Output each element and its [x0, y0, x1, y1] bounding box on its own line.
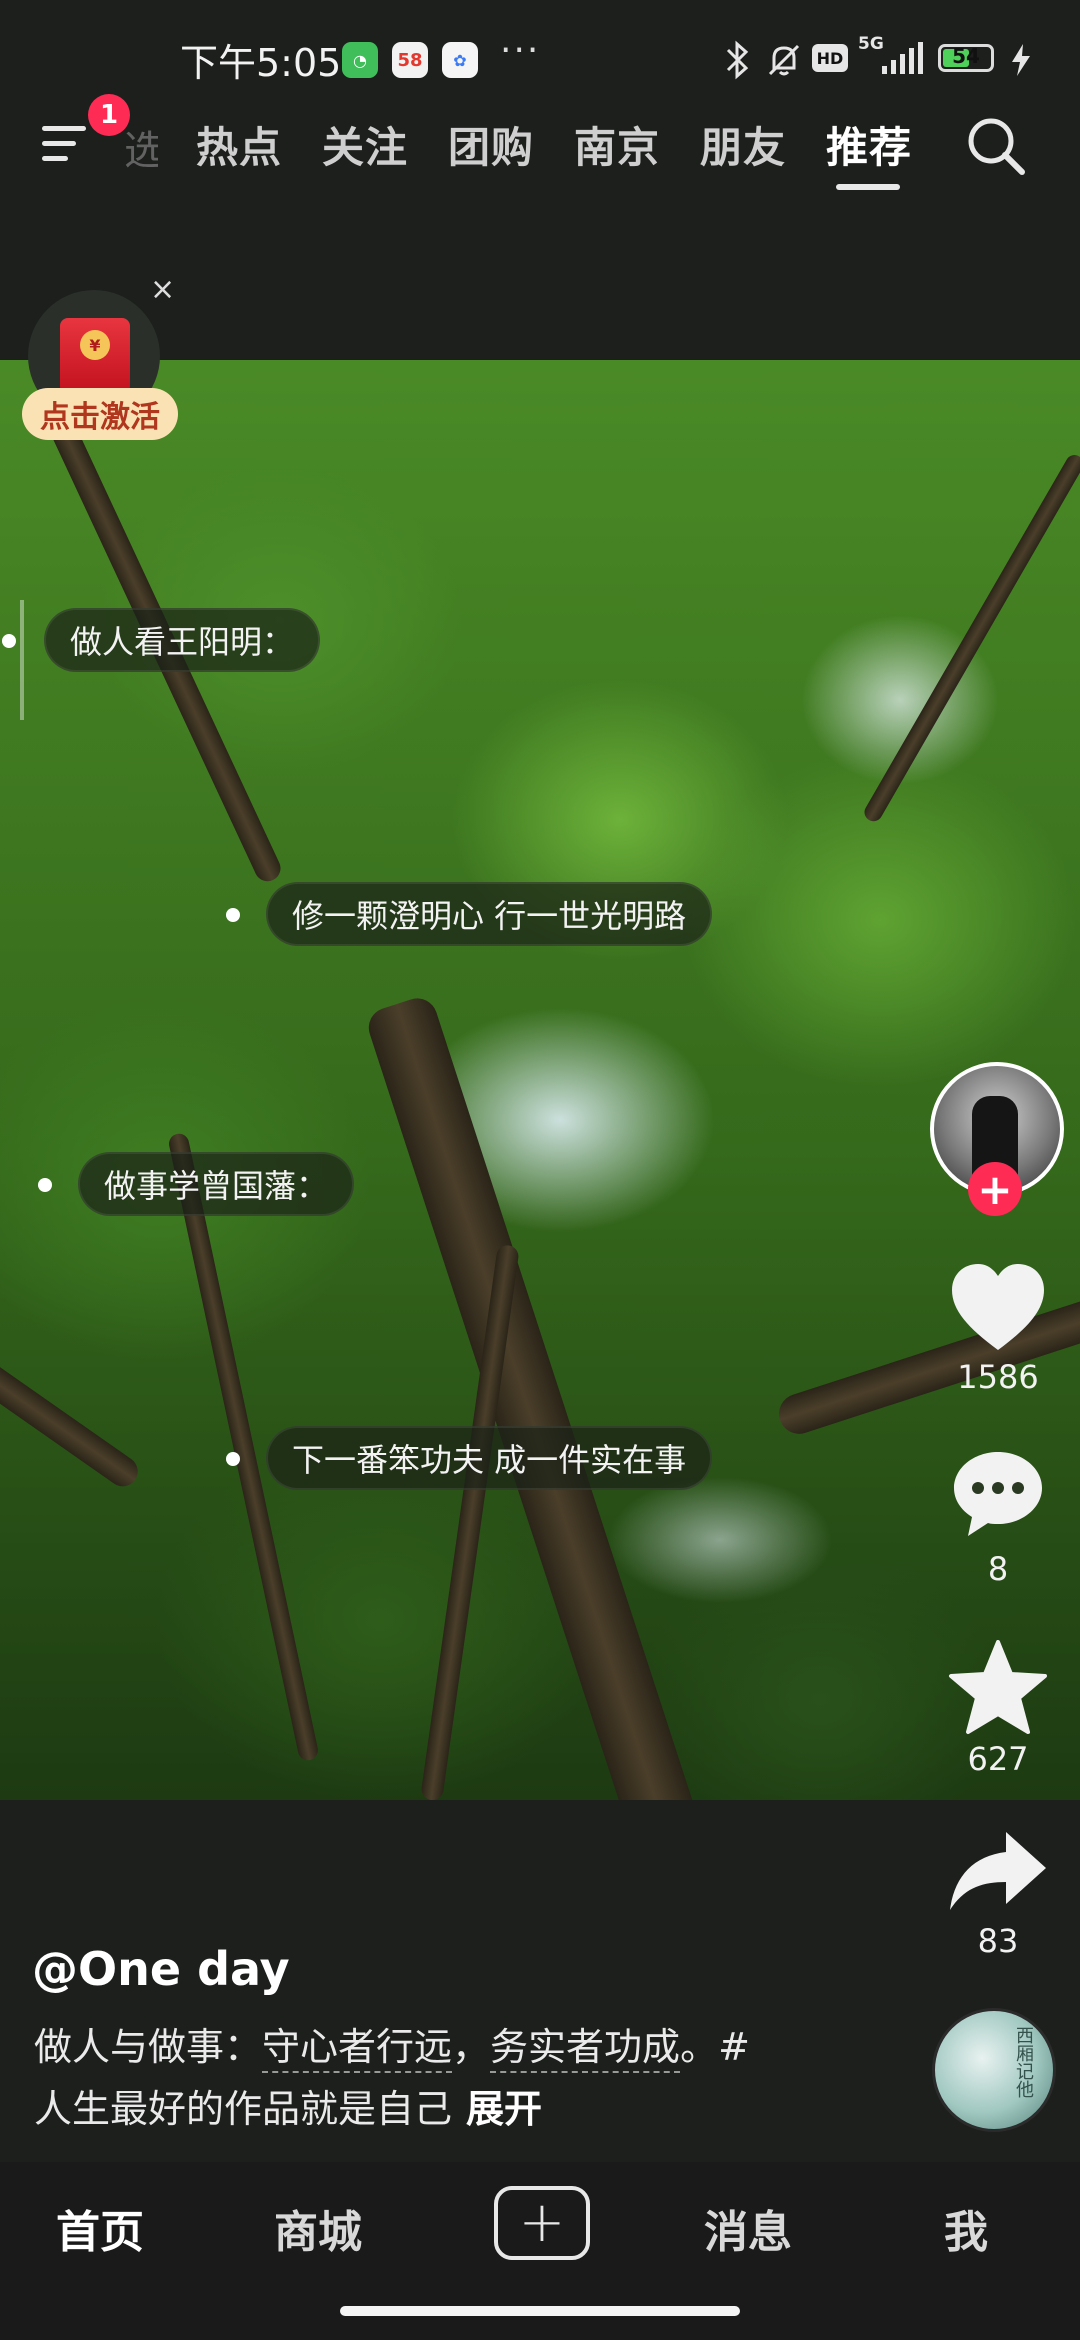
activate-button[interactable]: 点击激活 [22, 388, 178, 440]
expand-button[interactable]: 展开 [466, 2087, 542, 2131]
tree-trunk [363, 993, 709, 1800]
nav-me[interactable]: 我 [944, 2196, 988, 2260]
desc-suffix: 。# [680, 2025, 750, 2069]
star-icon[interactable] [948, 1640, 1048, 1736]
comment-icon[interactable] [950, 1448, 1046, 1540]
nav-home[interactable]: 首页 [56, 2196, 144, 2260]
more-notifications-icon: ··· [500, 30, 541, 71]
nav-mall[interactable]: 商城 [274, 2196, 362, 2260]
hd-call-icon: HD [812, 44, 848, 72]
58-app-notification-icon: 58 [392, 42, 428, 78]
tab-group-buy[interactable]: 团购 [448, 114, 534, 175]
charging-icon [1012, 44, 1030, 76]
home-indicator[interactable] [340, 2306, 740, 2316]
heart-icon[interactable] [948, 1262, 1048, 1354]
desc-separator: ， [452, 2025, 491, 2069]
bluetooth-icon [726, 40, 749, 80]
like-count: 1586 [957, 1358, 1039, 1396]
battery-level: 54 [952, 44, 980, 68]
comment-count: 8 [987, 1550, 1009, 1588]
desc-prefix: 做人与做事： [34, 2025, 263, 2069]
caption-2: 修一颗澄明心 行一世光明路 [266, 882, 713, 946]
share-icon[interactable] [948, 1830, 1048, 1914]
active-tab-indicator [836, 184, 900, 190]
caption-1: 做人看王阳明： [44, 608, 321, 672]
caption-4: 下一番笨功夫 成一件实在事 [266, 1426, 713, 1490]
wechat-notification-icon: ◔ [342, 42, 378, 78]
nav-messages[interactable]: 消息 [704, 2196, 792, 2260]
caption-dot [226, 1452, 240, 1466]
desc-keyword-link[interactable]: 务实者功成 [490, 2025, 681, 2073]
desc-keyword-link[interactable]: 守心者行远 [262, 2025, 453, 2073]
menu-icon[interactable] [40, 122, 92, 166]
caption-timeline [20, 600, 24, 720]
battery-icon: 54 [938, 44, 994, 72]
author-name[interactable]: @One day [32, 1942, 290, 1996]
caption-dot [226, 908, 240, 922]
tab-partial[interactable]: 选 [124, 118, 158, 176]
tree-trunk [861, 451, 1080, 825]
create-post-button[interactable]: + [494, 2186, 590, 2260]
mute-bell-icon [768, 44, 800, 76]
status-time: 下午5:05 [180, 41, 342, 85]
app-notification-icon: ✿ [442, 42, 478, 78]
tab-hot[interactable]: 热点 [196, 114, 282, 175]
search-icon[interactable] [964, 114, 1028, 178]
tab-recommend[interactable]: 推荐 [826, 114, 912, 175]
music-disc[interactable] [932, 2008, 1056, 2132]
share-count: 83 [977, 1922, 1019, 1960]
follow-button[interactable]: + [968, 1162, 1022, 1216]
hashtag-link[interactable]: 人生最好的作品就是自己 [34, 2087, 452, 2131]
video-player[interactable] [0, 360, 1080, 1800]
post-description: 做人与做事：守心者行远，务实者功成。# 人生最好的作品就是自己 展开 [34, 2016, 854, 2140]
caption-dot [2, 634, 16, 648]
tab-following[interactable]: 关注 [322, 114, 408, 175]
caption-dot [38, 1178, 52, 1192]
close-icon[interactable]: × [150, 272, 175, 307]
signal-icon [882, 42, 923, 74]
top-nav [0, 110, 1080, 210]
caption-3: 做事学曾国藩： [78, 1152, 355, 1216]
music-disc-text: 西厢记他 [1013, 2026, 1034, 2098]
tab-nanjing[interactable]: 南京 [574, 114, 660, 175]
yuan-seal-icon: ¥ [80, 330, 110, 360]
tab-friends[interactable]: 朋友 [700, 114, 786, 175]
favorite-count: 627 [967, 1740, 1029, 1778]
